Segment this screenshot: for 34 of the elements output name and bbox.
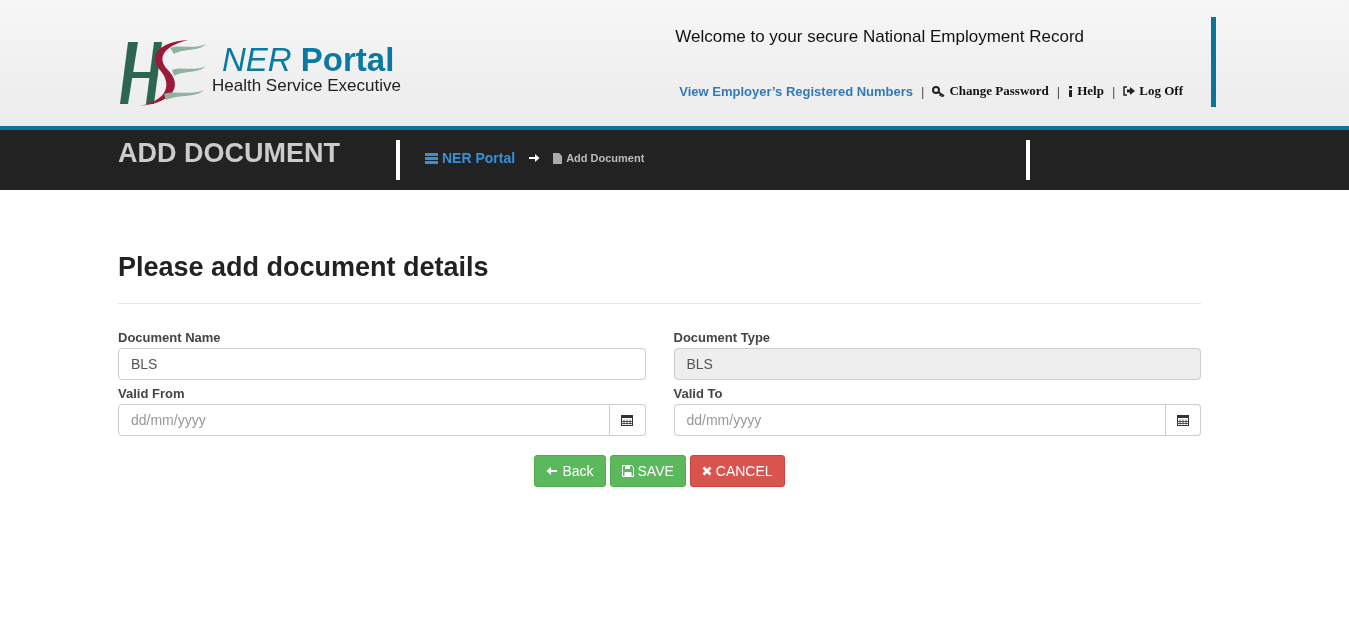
header-link[interactable]: Help [1068,83,1104,99]
welcome-message: Welcome to your secure National Employment Record [675,27,1084,47]
field-label: Document Name [118,330,222,345]
header-link[interactable]: Log Off [1123,83,1183,99]
link-separator: | [1056,83,1061,99]
file-icon [553,152,563,164]
info-icon [1068,85,1074,97]
date-field[interactable]: dd/mm/yyyy [118,404,611,436]
field-label: Document Type [673,330,772,345]
calendar-icon [1176,414,1189,426]
breadcrumb-link[interactable]: NER Portal [425,150,516,166]
link-separator: | [921,83,925,99]
calendar-icon [621,414,634,426]
page-title: ADD DOCUMENT [118,138,341,169]
link-separator: | [1111,83,1116,99]
key-icon [932,85,946,97]
field-label: Valid From [118,386,186,401]
calendar-button[interactable] [610,404,646,436]
portal-subtitle: Health Service Executive [212,76,401,96]
calendar-button[interactable] [1165,404,1201,436]
logout-icon [1123,86,1136,96]
text-field[interactable]: BLS [118,348,646,380]
arrow-left-icon [546,465,559,477]
field-label: Valid To [673,386,724,401]
cancel-button[interactable]: CANCEL [689,455,785,487]
date-field[interactable]: dd/mm/yyyy [673,404,1166,436]
registered-numbers-link[interactable]: View Employer’s Registered Numbers [679,83,914,99]
list-icon [425,152,438,164]
form-heading: Please add document details [118,252,490,283]
portal-title: NER Portal [221,40,396,79]
arrow-right-icon [528,152,541,164]
header-link[interactable]: Change Password [932,83,1049,99]
close-icon [701,466,712,476]
breadcrumb-current: Add Document [553,152,645,164]
